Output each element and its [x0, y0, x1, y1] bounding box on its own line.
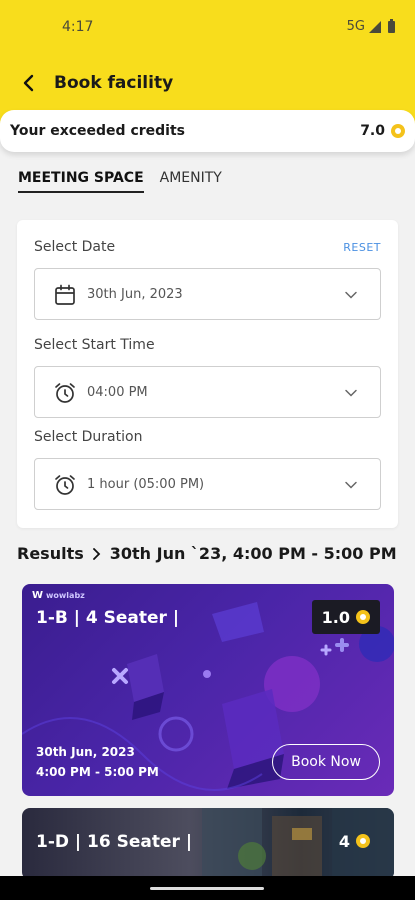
page-title: Book facility [54, 73, 174, 93]
credits-value: 7.0 [360, 123, 385, 139]
chevron-down-icon [345, 291, 357, 299]
tab-meeting-space[interactable]: MEETING SPACE [18, 170, 144, 193]
credits-card: Your exceeded credits 7.0 [0, 110, 415, 152]
system-navigation-bar [0, 876, 415, 900]
brand-logo: W wowlabz [32, 590, 85, 601]
facility-tabs: MEETING SPACE AMENITY [18, 170, 222, 193]
results-heading: Results 30th Jun `23, 4:00 PM - 5:00 PM [17, 544, 397, 563]
alarm-clock-icon [55, 475, 75, 495]
brand-name: wowlabz [46, 591, 85, 600]
room-card[interactable]: W wowlabz 1-B | 4 Seater | 1.0 30th Jun,… [22, 584, 394, 796]
start-time-select[interactable]: 04:00 PM [34, 366, 381, 418]
brand-logo-icon: W [32, 590, 44, 601]
duration-value: 1 hour (05:00 PM) [87, 476, 205, 492]
room-credit-value: 4 [338, 831, 350, 851]
room-card[interactable]: 1-D | 16 Seater | 4 [22, 808, 394, 880]
results-label: Results [17, 544, 84, 563]
results-summary: 30th Jun `23, 4:00 PM - 5:00 PM [109, 544, 397, 563]
book-now-button[interactable]: Book Now [272, 744, 380, 780]
credits-label: Your exceeded credits [10, 123, 185, 139]
home-gesture-handle[interactable] [150, 887, 264, 890]
date-select[interactable]: 30th Jun, 2023 [34, 268, 381, 320]
arrow-left-icon [23, 74, 34, 92]
credits-amount: 7.0 [360, 123, 405, 139]
chevron-down-icon [345, 481, 357, 489]
reset-button[interactable]: RESET [343, 241, 381, 254]
room-title: 1-B | 4 Seater | [36, 608, 180, 628]
booking-form: Select Date RESET 30th Jun, 2023 Select … [17, 220, 398, 528]
room-date: 30th Jun, 2023 [36, 745, 135, 759]
coin-icon [356, 610, 370, 624]
back-button[interactable] [10, 63, 50, 103]
tab-amenity[interactable]: AMENITY [160, 170, 222, 193]
status-time: 4:17 [62, 19, 94, 35]
chevron-down-icon [345, 389, 357, 397]
duration-label: Select Duration [34, 429, 143, 445]
chevron-right-icon [92, 547, 101, 560]
app-header: Book facility [0, 60, 415, 106]
room-credit-badge: 4 [329, 824, 380, 858]
start-time-label: Select Start Time [34, 337, 155, 353]
room-title: 1-D | 16 Seater | [36, 832, 193, 852]
date-label: Select Date [34, 239, 116, 255]
status-bar: 4:17 5G [0, 0, 415, 56]
date-value: 30th Jun, 2023 [87, 286, 183, 302]
room-credit-badge: 1.0 [311, 600, 380, 634]
duration-select[interactable]: 1 hour (05:00 PM) [34, 458, 381, 510]
start-time-value: 04:00 PM [87, 384, 148, 400]
network-label: 5G [346, 19, 365, 34]
battery-icon [388, 18, 395, 33]
coin-icon [391, 124, 405, 138]
signal-icon [369, 20, 381, 33]
room-schedule: 30th Jun, 2023 4:00 PM - 5:00 PM [36, 742, 159, 782]
room-credit-value: 1.0 [321, 607, 350, 627]
coin-icon [356, 834, 370, 848]
status-indicators: 5G [346, 18, 395, 34]
room-time: 4:00 PM - 5:00 PM [36, 765, 159, 779]
alarm-clock-icon [55, 383, 75, 403]
calendar-icon [55, 284, 75, 305]
